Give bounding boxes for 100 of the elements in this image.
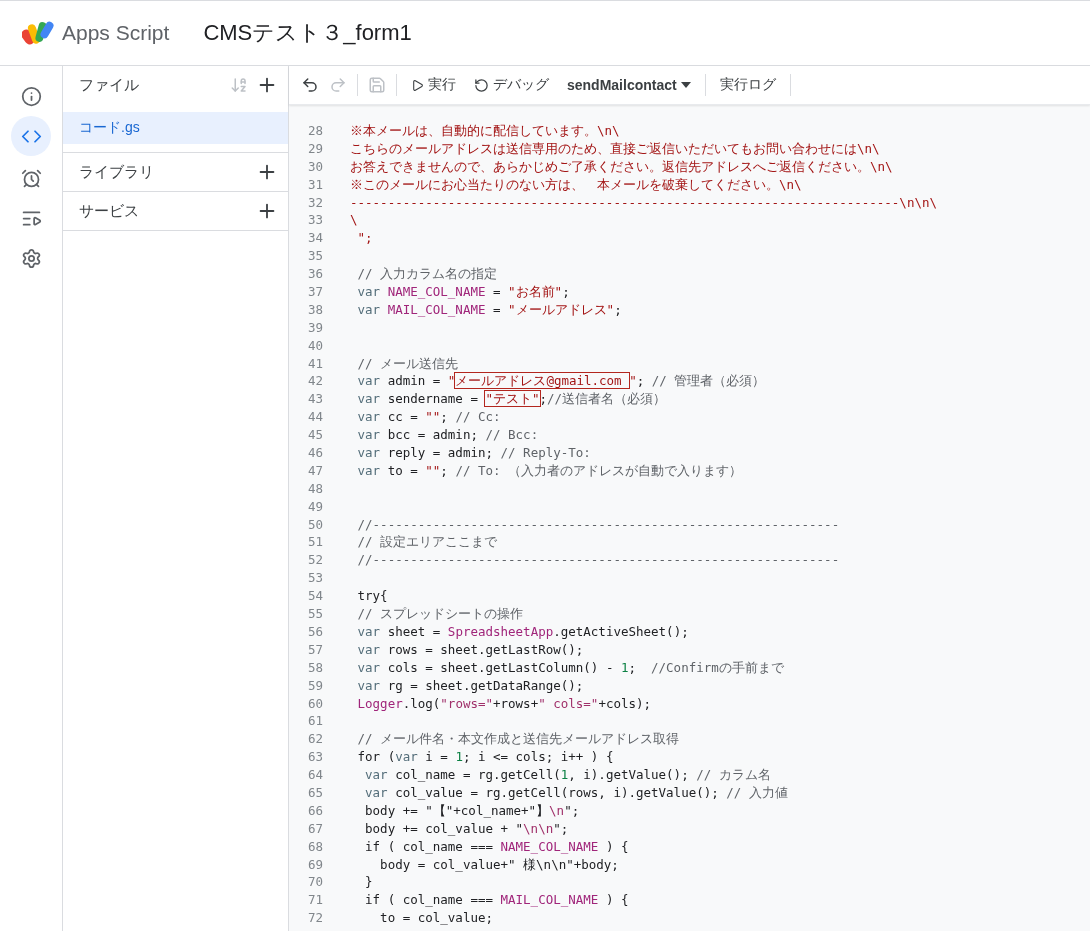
line-number: 54 [306,587,323,606]
line-number: 61 [306,712,323,731]
play-icon [411,78,424,92]
code-line: "; [356,229,373,248]
line-number: 65 [306,783,323,802]
function-dropdown[interactable]: sendMailcontact [563,77,695,93]
line-number: 33 [306,211,323,230]
line-number: 45 [306,426,323,445]
code-line: var sendername = "テスト";//送信者名（必須） [356,390,667,409]
code-line: try{ [356,587,388,606]
line-number: 29 [306,139,323,158]
code-line: var bcc = admin; // Bcc: [356,426,539,445]
code-line: var cols = sheet.getLastColumn() - 1; //Confirmの手前まで [356,658,784,677]
project-title[interactable]: CMSテスト３_form1 [203,18,412,48]
line-number: 46 [306,444,323,462]
debug-icon [474,77,489,93]
line-number: 38 [306,300,323,319]
line-number: 60 [306,694,323,713]
code-line: // スプレッドシートの操作 [356,605,524,623]
code-line: // 入力カラム名の指定 [356,265,498,283]
line-number: 36 [306,265,323,283]
file-item[interactable]: コード.gs [63,112,288,144]
debug-button[interactable]: デバッグ [470,76,553,94]
info-icon [20,85,42,107]
code-line: var reply = admin; // Reply-To: [356,444,591,462]
section-heading: サービス [79,201,140,221]
line-number: 43 [306,390,323,409]
code-line: お答えできませんので、あらかじめご了承ください。返信先アドレスへご返信ください。\n\ [350,157,893,176]
line-number: 48 [306,479,323,498]
caret-icon [680,82,691,88]
line-number: 64 [306,766,323,784]
line-number: 67 [306,819,323,838]
line-number: 39 [306,318,323,337]
line-number: 71 [306,891,323,910]
code-line: body = col_value+" 様\n\n"+body; [379,855,619,874]
execution-log-button[interactable]: 実行ログ [715,76,780,94]
section-heading: ライブラリ [79,162,155,182]
line-number: 53 [306,569,323,588]
code-line: \ [350,211,358,230]
code-line: var rows = sheet.getLastRow(); [356,640,584,659]
line-number: 58 [306,658,323,677]
line-number: 37 [306,283,323,301]
code-line: var sheet = SpreadsheetApp.getActiveSheet(); [356,622,689,641]
line-number: 59 [306,676,323,695]
code-line: body += "【"+col_name+"】\n"; [364,801,580,820]
line-number: 47 [306,461,323,480]
code-line: Logger.log("rows="+rows+" cols="+cols); [356,694,652,713]
code-line: var rg = sheet.getDataRange(); [356,676,584,695]
line-number: 69 [306,855,323,874]
line-number: 70 [306,873,323,892]
code-line: //-------------------------------------------------------------- [356,515,840,534]
line-number: 31 [306,175,323,194]
logo-icon [22,20,54,46]
code-line: body += col_value + "\n\n"; [364,819,569,838]
code-line: to = col_value; [379,909,493,928]
code-line: } [364,873,373,892]
code-line: var admin = "メールアドレス@gmail.com "; // 管理者（必須） [356,372,766,391]
line-number: 63 [306,748,323,767]
line-number: 28 [306,122,323,140]
line-number: 52 [306,551,323,570]
line-number: 72 [306,909,323,928]
alarm-clock-icon [20,167,42,189]
code-line: if ( col_name === MAIL_COL_NAME ) { [364,891,629,910]
line-number: 50 [306,515,323,534]
line-number: 32 [306,193,323,212]
line-number: 40 [306,336,323,355]
code-line: var MAIL_COL_NAME = "メールアドレス"; [356,300,622,319]
line-number: 56 [306,622,323,641]
code-line: //-------------------------------------------------------------- [356,551,840,570]
files-heading: ファイル [79,75,140,95]
app-name: Apps Script [62,21,170,45]
line-number: 55 [306,605,323,623]
undo-button[interactable] [301,76,319,94]
line-number: 34 [306,229,323,248]
code-line: var NAME_COL_NAME = "お名前"; [356,283,570,301]
line-number: 49 [306,497,323,516]
code-line: // メール件名・本文作成と送信先メールアドレス取得 [356,730,680,749]
code-line: var col_name = rg.getCell(1, i).getValue(); // カラム名 [364,766,771,784]
code-line: if ( col_name === NAME_COL_NAME ) { [364,837,629,856]
line-number: 30 [306,157,323,176]
line-number: 62 [306,730,323,749]
code-line: ※このメールにお心当たりのない方は、 本メールを破棄してください。\n\ [350,175,802,194]
code-line: for (var i = 1; i <= cols; i++ ) { [356,748,614,767]
line-number: 35 [306,247,323,266]
line-number: 68 [306,837,323,856]
line-number: 42 [306,372,323,391]
code-line: // 設定エリアここまで [356,533,498,552]
settings-icon [20,247,42,269]
line-number: 44 [306,408,323,427]
code-line: -------------------------------------------------------------------------\n\n\ [350,193,937,212]
code-line: var col_value = rg.getCell(rows, i).getValue(); // 入力値 [364,783,788,802]
code-line: // メール送信先 [356,354,459,373]
code-line: var cc = ""; // Cc: [356,408,501,427]
line-number: 51 [306,533,323,552]
sidebar-nav-button[interactable] [11,116,51,156]
code-line: ※本メールは、自動的に配信しています。\n\ [350,122,620,140]
line-number: 66 [306,801,323,820]
code-line: こちらのメールアドレスは送信専用のため、直接ご返信いただいてもお問い合わせには\n\ [350,139,880,158]
run-button[interactable]: 実行 [407,76,460,94]
code-line: var to = ""; // To: （入力者のアドレスが自動で入ります） [356,461,743,480]
